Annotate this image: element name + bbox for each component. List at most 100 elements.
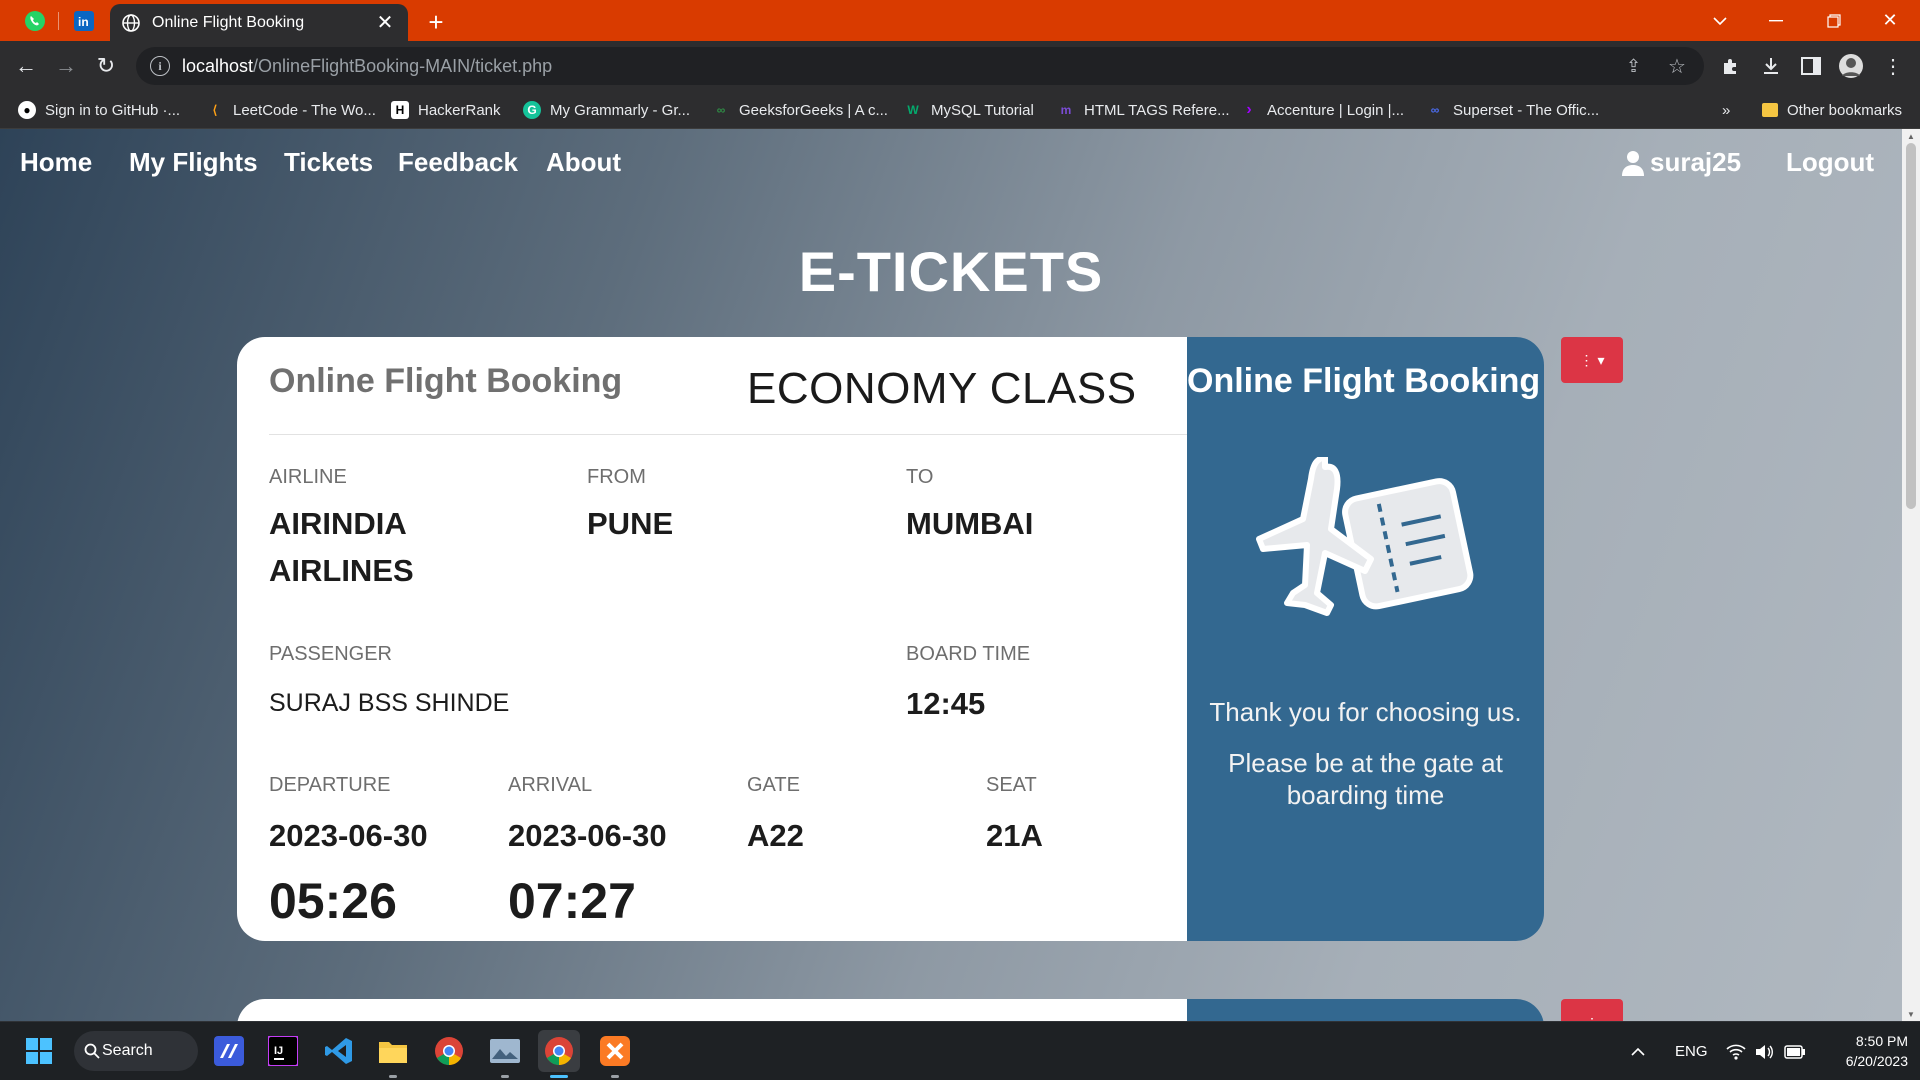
ticket-actions-dropdown[interactable]: ⋮ ▾ [1561, 337, 1623, 383]
w3-icon: W [907, 103, 919, 117]
arrival-date: 2023-06-30 [508, 818, 667, 853]
e-ticket-card: Online Flight Booking ECONOMY CLASS AIRL… [237, 337, 1544, 941]
back-arrow-icon[interactable]: ← [10, 50, 42, 82]
intellij-icon[interactable]: IJ [262, 1030, 304, 1072]
accenture-icon: › [1246, 101, 1252, 118]
passenger-label: PASSENGER [269, 643, 392, 665]
whatsapp-icon [25, 10, 45, 31]
windows-start-icon[interactable] [18, 1030, 60, 1072]
page-title: E-TICKETS [798, 240, 1104, 303]
bookmark-github[interactable]: ● Sign in to GitHub ·... [18, 91, 180, 129]
search-label: Search [102, 1042, 153, 1059]
pinned-tab-whatsapp[interactable] [16, 0, 54, 41]
file-explorer-icon[interactable] [372, 1030, 414, 1072]
close-window-button[interactable]: ✕ [1860, 0, 1920, 41]
nav-home[interactable]: Home [20, 147, 92, 178]
kebab-menu-icon: ⋮ [1579, 351, 1594, 368]
from-value: PUNE [587, 506, 674, 541]
more-menu-icon[interactable]: ⋮ [1878, 51, 1908, 81]
bookmark-label: Superset - The Offic... [1453, 101, 1600, 119]
taskbar-clock[interactable]: 8:50 PM 6/20/2023 [1808, 1031, 1908, 1071]
nav-user-profile[interactable]: suraj25 [1622, 147, 1741, 178]
minimize-button[interactable] [1746, 0, 1806, 41]
bookmark-label: Sign in to GitHub ·... [45, 101, 181, 119]
forward-arrow-icon[interactable]: → [50, 50, 82, 82]
ticket-actions-dropdown-next[interactable]: ⋮ [1561, 999, 1623, 1021]
board-time-label: BOARD TIME [906, 643, 1031, 665]
bookmark-leetcode[interactable]: ⟨ LeetCode - The Wo... [206, 91, 376, 129]
bookmarks-bar: ● Sign in to GitHub ·... ⟨ LeetCode - Th… [0, 91, 1920, 129]
airline-label: AIRLINE [269, 466, 347, 488]
battery-icon[interactable] [1784, 1022, 1806, 1080]
url-host: localhost [182, 55, 254, 76]
bookmark-mysql[interactable]: W MySQL Tutorial [904, 91, 1034, 129]
browser-titlebar: in Online Flight Booking ✕ + ✕ [0, 0, 1920, 41]
app-icon-mathcad[interactable] [208, 1030, 250, 1072]
profile-avatar[interactable] [1836, 51, 1866, 81]
chrome-icon[interactable] [428, 1030, 470, 1072]
gfg-icon: ∞ [716, 103, 726, 117]
language-indicator[interactable]: ENG [1675, 1022, 1708, 1080]
bookmark-hackerrank[interactable]: H HackerRank [391, 91, 501, 129]
bookmarks-overflow-button[interactable]: » [1722, 91, 1730, 129]
share-icon[interactable]: ⇪ [1626, 56, 1641, 77]
arrival-time: 07:27 [508, 873, 636, 929]
xampp-icon[interactable] [594, 1030, 636, 1072]
nav-logout[interactable]: Logout [1786, 147, 1874, 178]
arrival-label: ARRIVAL [508, 774, 593, 796]
bookmark-grammarly[interactable]: G My Grammarly - Gr... [523, 91, 690, 129]
ticket-brand: Online Flight Booking [269, 362, 623, 400]
nav-feedback[interactable]: Feedback [398, 147, 518, 178]
close-tab-icon[interactable]: ✕ [374, 12, 396, 34]
board-time-value: 12:45 [906, 686, 986, 721]
reload-icon[interactable]: ↻ [90, 50, 122, 82]
vscode-icon[interactable] [318, 1030, 360, 1072]
scroll-down-arrow-icon[interactable]: ▼ [1902, 1007, 1920, 1021]
other-bookmarks-folder[interactable]: Other bookmarks [1762, 91, 1902, 129]
new-tab-button[interactable]: + [420, 6, 452, 38]
bookmark-accenture[interactable]: › Accenture | Login |... [1240, 91, 1404, 129]
address-bar[interactable]: i localhost/OnlineFlightBooking-MAIN/tic… [136, 47, 1704, 85]
restore-button[interactable] [1804, 0, 1864, 41]
leetcode-icon: ⟨ [212, 103, 218, 117]
bookmark-geeksforgeeks[interactable]: ∞ GeeksforGeeks | A c... [712, 91, 888, 129]
nav-tickets[interactable]: Tickets [284, 147, 373, 178]
nav-about[interactable]: About [546, 147, 621, 178]
nav-my-flights[interactable]: My Flights [129, 147, 258, 178]
tab-title: Online Flight Booking [152, 13, 305, 31]
scrollbar-thumb[interactable] [1906, 143, 1916, 509]
superset-icon: ∞ [1430, 103, 1440, 117]
scroll-up-arrow-icon[interactable]: ▲ [1902, 129, 1920, 143]
active-app-indicator [550, 1075, 568, 1078]
globe-icon [122, 13, 140, 32]
bookmark-superset[interactable]: ∞ Superset - The Offic... [1426, 91, 1599, 129]
tray-overflow-chevron-icon[interactable] [1630, 1022, 1646, 1080]
bookmark-html-tags[interactable]: m HTML TAGS Refere... [1057, 91, 1230, 129]
photos-app-icon[interactable] [484, 1030, 526, 1072]
tab-active[interactable]: Online Flight Booking ✕ [110, 4, 408, 41]
m-icon: m [1060, 103, 1072, 117]
bookmark-label: LeetCode - The Wo... [233, 101, 376, 119]
page-content: Home My Flights Tickets Feedback About s… [0, 129, 1902, 1021]
site-info-icon[interactable]: i [150, 56, 170, 76]
star-bookmark-icon[interactable]: ☆ [1668, 54, 1686, 79]
stub-title: Online Flight Booking [1187, 362, 1541, 400]
volume-icon[interactable] [1754, 1022, 1774, 1080]
taskbar-search[interactable]: Search [74, 1031, 198, 1071]
chrome-profile-icon-active[interactable] [538, 1030, 580, 1072]
ticket-divider [269, 434, 1187, 435]
download-icon[interactable] [1756, 51, 1786, 81]
gate-value: A22 [747, 818, 804, 853]
page-scrollbar[interactable]: ▲ ▼ [1902, 129, 1920, 1021]
pinned-tab-linkedin[interactable]: in [65, 0, 103, 41]
clock-time: 8:50 PM [1855, 1033, 1908, 1049]
bookmark-label: MySQL Tutorial [931, 101, 1034, 119]
plane-ticket-icon [1256, 457, 1474, 616]
overflow-chevron-icon: » [1722, 101, 1731, 119]
wifi-icon[interactable] [1726, 1022, 1746, 1080]
bookmark-label: My Grammarly - Gr... [550, 101, 690, 119]
side-panel-icon[interactable] [1796, 51, 1826, 81]
extensions-puzzle-icon[interactable] [1716, 51, 1746, 81]
tab-separator [58, 12, 59, 30]
tab-search-chevron-icon[interactable] [1690, 0, 1750, 41]
